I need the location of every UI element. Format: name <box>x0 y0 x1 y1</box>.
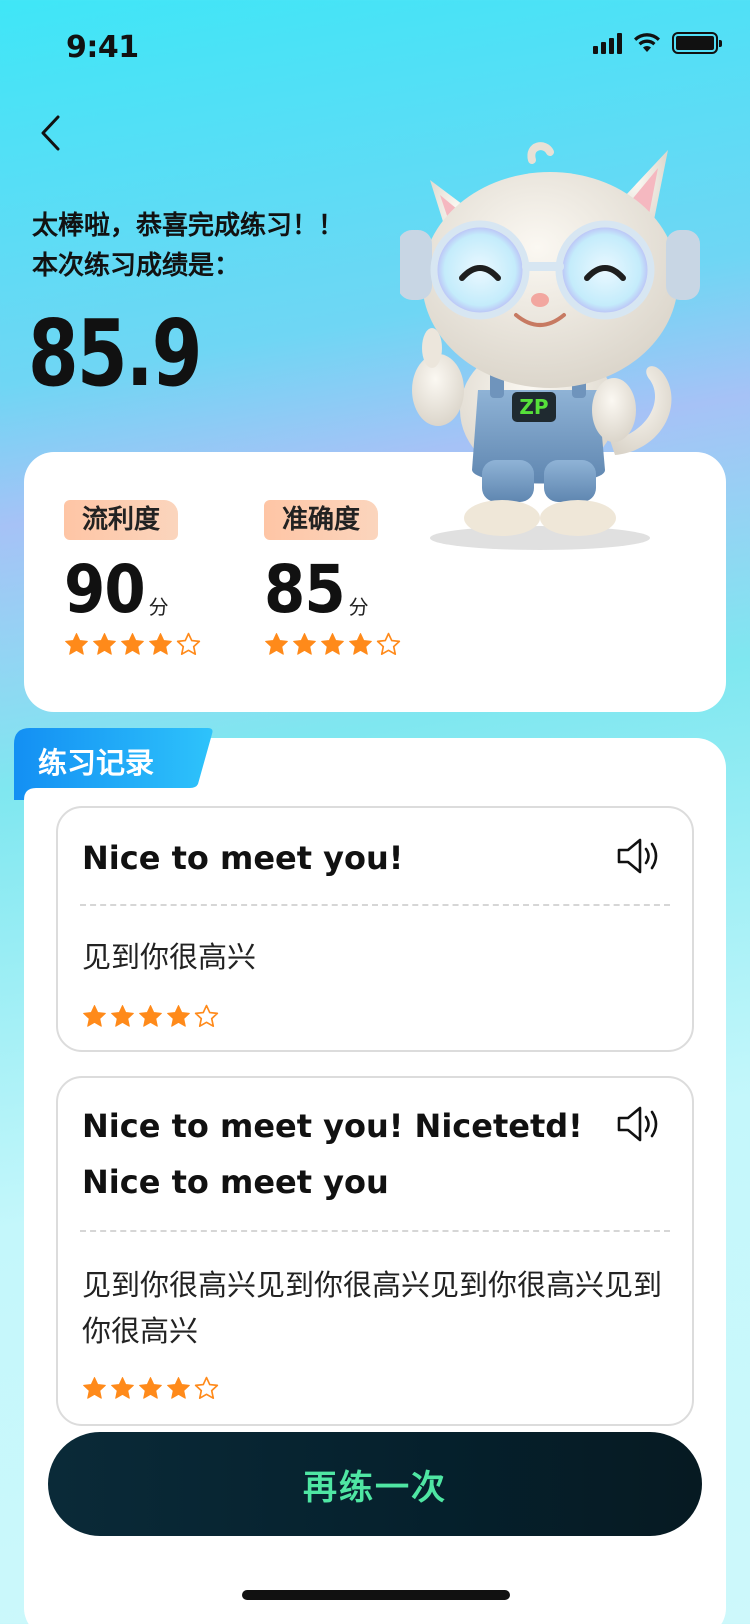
fluency-label: 流利度 <box>64 500 179 540</box>
star-filled-icon <box>139 1005 162 1027</box>
record-chinese-text: 见到你很高兴见到你很高兴见到你很高兴见到你很高兴 <box>82 1268 663 1348</box>
record-divider <box>80 904 670 906</box>
star-filled-icon <box>139 1377 162 1399</box>
fluency-rating <box>64 632 201 657</box>
status-icons <box>593 32 722 54</box>
result-header: 太棒啦，恭喜完成练习！！ 本次练习成绩是： <box>32 206 344 286</box>
star-filled-icon <box>321 633 344 655</box>
star-empty-icon <box>194 1376 219 1400</box>
star-filled-icon <box>149 633 172 655</box>
mascot-badge: ZP <box>519 395 548 419</box>
star-filled-icon <box>65 633 88 655</box>
record-card[interactable]: Nice to meet you! Nicetetd! Nice to meet… <box>56 1076 694 1426</box>
star-filled-icon <box>167 1005 190 1027</box>
star-filled-icon <box>111 1377 134 1399</box>
record-english-text: Nice to meet you! <box>82 839 404 877</box>
congrats-text: 太棒啦，恭喜完成练习！！ <box>32 211 345 241</box>
record-rating <box>82 1376 219 1401</box>
star-filled-icon <box>93 633 116 655</box>
chevron-left-icon <box>41 115 60 151</box>
star-filled-icon <box>83 1377 106 1399</box>
star-empty-icon <box>176 632 201 656</box>
status-time: 9:41 <box>66 30 139 65</box>
record-english-text: Nice to meet you! Nicetetd! Nice to meet… <box>82 1107 583 1201</box>
total-score: 85.9 <box>28 300 202 407</box>
back-button[interactable] <box>28 108 72 158</box>
cat-mascot-illustration: ZP <box>400 142 700 550</box>
star-filled-icon <box>111 1005 134 1027</box>
score-caption: 本次练习成绩是： <box>32 251 241 281</box>
cellular-signal-icon <box>593 32 622 54</box>
practice-records-tab: 练习记录 <box>14 728 214 800</box>
star-filled-icon <box>83 1005 106 1027</box>
record-rating <box>82 1004 219 1029</box>
practice-again-label: 再练一次 <box>303 1467 447 1508</box>
accuracy-label: 准确度 <box>264 500 379 540</box>
practice-records-title: 练习记录 <box>38 746 155 780</box>
star-filled-icon <box>121 633 144 655</box>
wifi-icon <box>634 33 660 52</box>
fluency-metric: 流利度 90 分 <box>64 500 201 657</box>
star-empty-icon <box>376 632 401 656</box>
accuracy-unit: 分 <box>348 595 369 619</box>
star-filled-icon <box>349 633 372 655</box>
star-filled-icon <box>265 633 288 655</box>
record-chinese-text: 见到你很高兴 <box>82 940 257 974</box>
record-card[interactable]: Nice to meet you! 见到你很高兴 <box>56 806 694 1052</box>
star-empty-icon <box>194 1004 219 1028</box>
practice-again-button[interactable]: 再练一次 <box>48 1432 702 1536</box>
star-filled-icon <box>293 633 316 655</box>
status-bar: 9:41 <box>0 0 750 96</box>
home-indicator <box>242 1590 510 1600</box>
battery-icon <box>672 32 722 54</box>
accuracy-rating <box>264 632 401 657</box>
speaker-icon[interactable] <box>616 836 662 876</box>
fluency-unit: 分 <box>148 595 169 619</box>
star-filled-icon <box>167 1377 190 1399</box>
fluency-score: 90 <box>64 551 146 628</box>
record-divider <box>80 1230 670 1232</box>
accuracy-metric: 准确度 85 分 <box>264 500 401 657</box>
speaker-icon[interactable] <box>616 1104 662 1144</box>
accuracy-score: 85 <box>264 551 346 628</box>
